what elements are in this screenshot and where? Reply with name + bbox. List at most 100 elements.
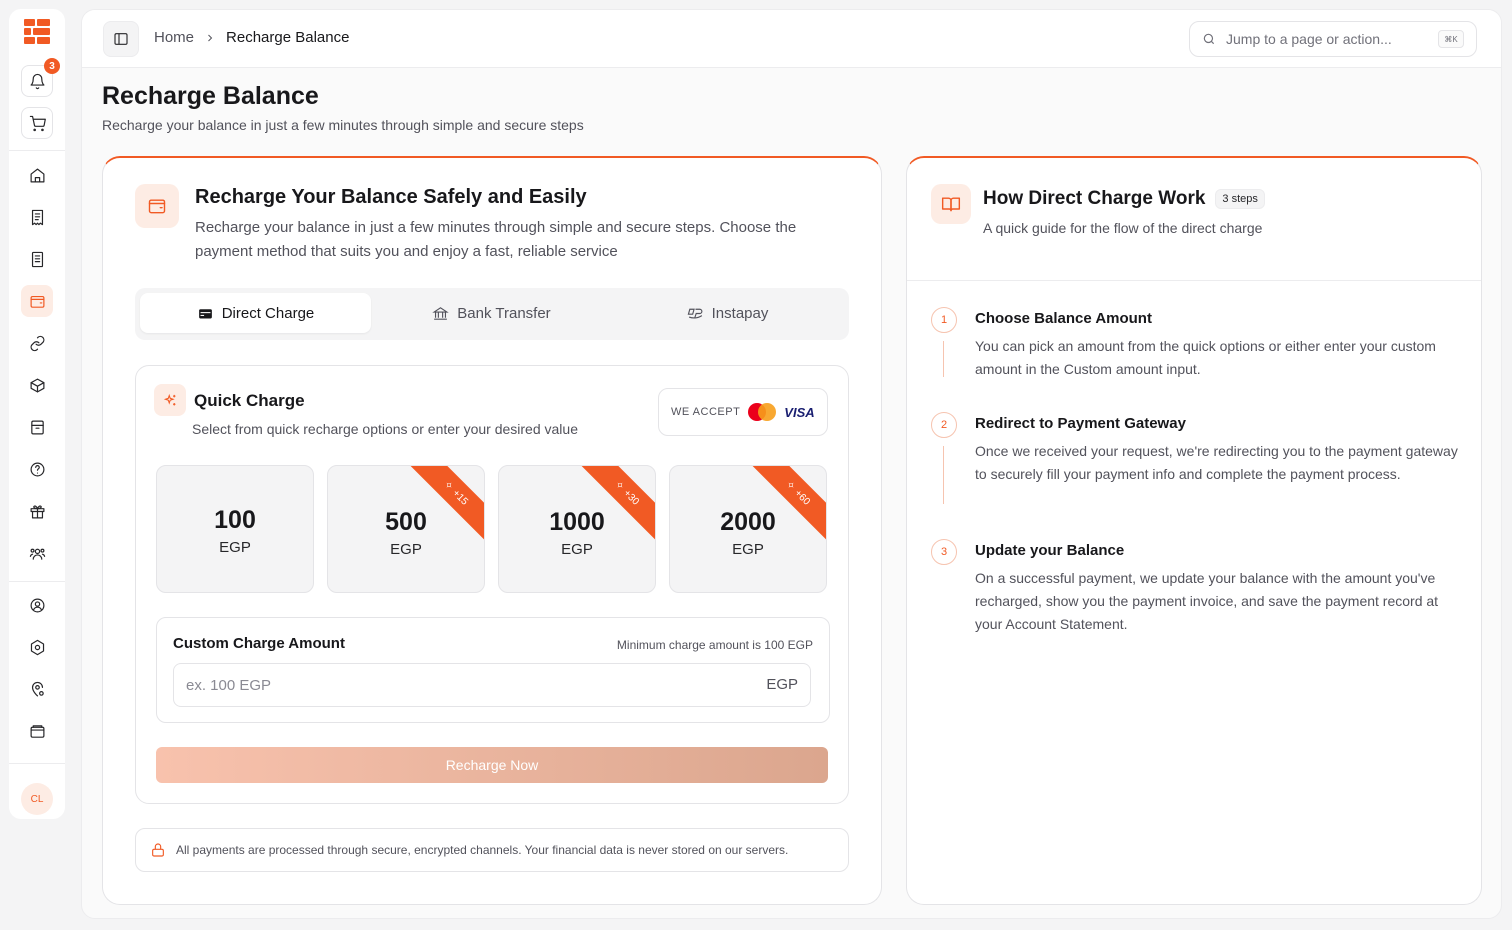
sidebar-divider	[9, 581, 65, 582]
custom-amount-field: EGP	[173, 663, 811, 707]
receipt-icon	[31, 209, 43, 225]
sparkles-icon	[163, 393, 175, 405]
nav-cards[interactable]	[21, 715, 53, 747]
topbar: Home Recharge Balance Jump to a page or …	[82, 10, 1501, 68]
recharge-card-title: Recharge Your Balance Safely and Easily	[195, 186, 587, 208]
link-icon	[30, 335, 44, 351]
logo-icon[interactable]	[24, 19, 50, 45]
help-icon	[30, 462, 44, 476]
nav-archive[interactable]	[21, 411, 53, 443]
wallet-icon	[30, 295, 44, 308]
step-connector	[943, 341, 944, 377]
sidebar-top: 3	[9, 9, 65, 151]
gift-icon	[30, 504, 44, 518]
quick-charge-subtitle: Select from quick recharge options or en…	[192, 421, 578, 437]
tab-direct-charge[interactable]: Direct Charge	[140, 293, 371, 333]
instapay-icon	[687, 308, 703, 319]
amount-options: 100 EGP 500 EGP ✧ +15 1000 EGP ✧ +30 200…	[156, 465, 830, 593]
step-description: On a successful payment, we update your …	[975, 570, 1439, 632]
recharge-now-button[interactable]: Recharge Now	[156, 747, 828, 783]
credit-card-icon	[198, 308, 212, 318]
bonus-label: +15	[450, 487, 471, 508]
tab-bank-transfer[interactable]: Bank Transfer	[376, 293, 607, 333]
breadcrumb-current: Recharge Balance	[226, 29, 350, 46]
bell-icon	[30, 73, 44, 89]
main-content: Home Recharge Balance Jump to a page or …	[81, 9, 1502, 919]
tab-instapay[interactable]: Instapay	[612, 293, 843, 333]
bank-icon	[432, 306, 450, 320]
cart-icon	[29, 115, 46, 131]
search-placeholder: Jump to a page or action...	[1226, 31, 1392, 47]
location-settings-icon	[31, 681, 44, 696]
nav-profile[interactable]	[21, 589, 53, 621]
custom-amount-unit: EGP	[766, 676, 798, 693]
wallet-icon-box	[135, 184, 179, 228]
nav-settings[interactable]	[21, 631, 53, 663]
nav-location-settings[interactable]	[21, 673, 53, 705]
cart-button[interactable]	[21, 107, 53, 139]
sparkle-icon: ✧	[441, 478, 456, 493]
security-note-text: All payments are processed through secur…	[176, 843, 789, 857]
accepted-cards: WE ACCEPT VISA	[658, 388, 828, 436]
custom-amount-input[interactable]	[186, 664, 746, 706]
visa-logo: VISA	[784, 404, 815, 420]
guide-title: How Direct Charge Work 3 steps	[983, 188, 1265, 210]
guide-header: How Direct Charge Work 3 steps A quick g…	[907, 158, 1481, 281]
nav-links[interactable]	[21, 327, 53, 359]
search-icon	[1203, 33, 1215, 45]
book-icon-box	[931, 184, 971, 224]
sparkle-icon: ✧	[612, 478, 627, 493]
tab-label: Instapay	[711, 304, 769, 322]
box-icon	[30, 378, 44, 392]
sparkles-icon-box	[154, 384, 186, 416]
archive-icon	[30, 420, 44, 434]
sidebar-panel-icon	[114, 33, 128, 45]
book-open-icon	[941, 197, 961, 212]
nav-products[interactable]	[21, 369, 53, 401]
lock-icon	[152, 843, 164, 857]
step-title: Update your Balance	[975, 542, 1125, 559]
search-input[interactable]: Jump to a page or action... ⌘K	[1189, 21, 1477, 57]
amount-option-2000[interactable]: 2000 EGP ✧ +60	[669, 465, 827, 593]
wallet-icon	[148, 199, 166, 214]
bonus-label: +30	[621, 487, 642, 508]
nav-help[interactable]	[21, 453, 53, 485]
sidebar: 3 CL	[9, 9, 65, 819]
we-accept-label: WE ACCEPT	[671, 406, 741, 418]
guide-subtitle: A quick guide for the flow of the direct…	[983, 220, 1263, 236]
nav-team[interactable]	[21, 537, 53, 569]
quick-charge-panel: Quick Charge Select from quick recharge …	[135, 365, 849, 804]
security-note: All payments are processed through secur…	[135, 828, 849, 872]
home-icon	[30, 168, 44, 182]
quick-charge-title: Quick Charge	[194, 391, 305, 410]
notifications-button[interactable]: 3	[21, 58, 60, 97]
bonus-ribbon: ✧ +30	[575, 466, 655, 546]
breadcrumb-home[interactable]: Home	[154, 29, 194, 46]
guide-card: How Direct Charge Work 3 steps A quick g…	[906, 156, 1482, 905]
card-wallet-icon	[30, 724, 44, 738]
step-number: 1	[931, 307, 957, 333]
nav-gifts[interactable]	[21, 495, 53, 527]
nav-documents[interactable]	[21, 243, 53, 275]
amount-option-100[interactable]: 100 EGP	[156, 465, 314, 593]
step-title: Redirect to Payment Gateway	[975, 415, 1186, 432]
steps-badge: 3 steps	[1215, 189, 1265, 209]
sidebar-toggle-button[interactable]	[103, 21, 139, 57]
mastercard-icon	[748, 403, 777, 421]
document-icon	[31, 251, 43, 267]
sparkle-icon: ✧	[783, 478, 798, 493]
nav-home[interactable]	[21, 159, 53, 191]
amount-option-1000[interactable]: 1000 EGP ✧ +30	[498, 465, 656, 593]
recharge-card: Recharge Your Balance Safely and Easily …	[102, 156, 882, 905]
amount-option-500[interactable]: 500 EGP ✧ +15	[327, 465, 485, 593]
nav-wallet[interactable]	[21, 285, 53, 317]
nav-invoices[interactable]	[21, 201, 53, 233]
bonus-ribbon: ✧ +15	[404, 466, 484, 546]
step-number: 2	[931, 412, 957, 438]
tab-label: Bank Transfer	[457, 304, 551, 322]
recharge-card-description: Recharge your balance in just a few minu…	[195, 219, 797, 260]
notification-badge: 3	[44, 58, 60, 74]
chevron-right-icon	[208, 34, 213, 41]
page-title: Recharge Balance	[102, 82, 319, 110]
avatar[interactable]: CL	[21, 783, 53, 815]
